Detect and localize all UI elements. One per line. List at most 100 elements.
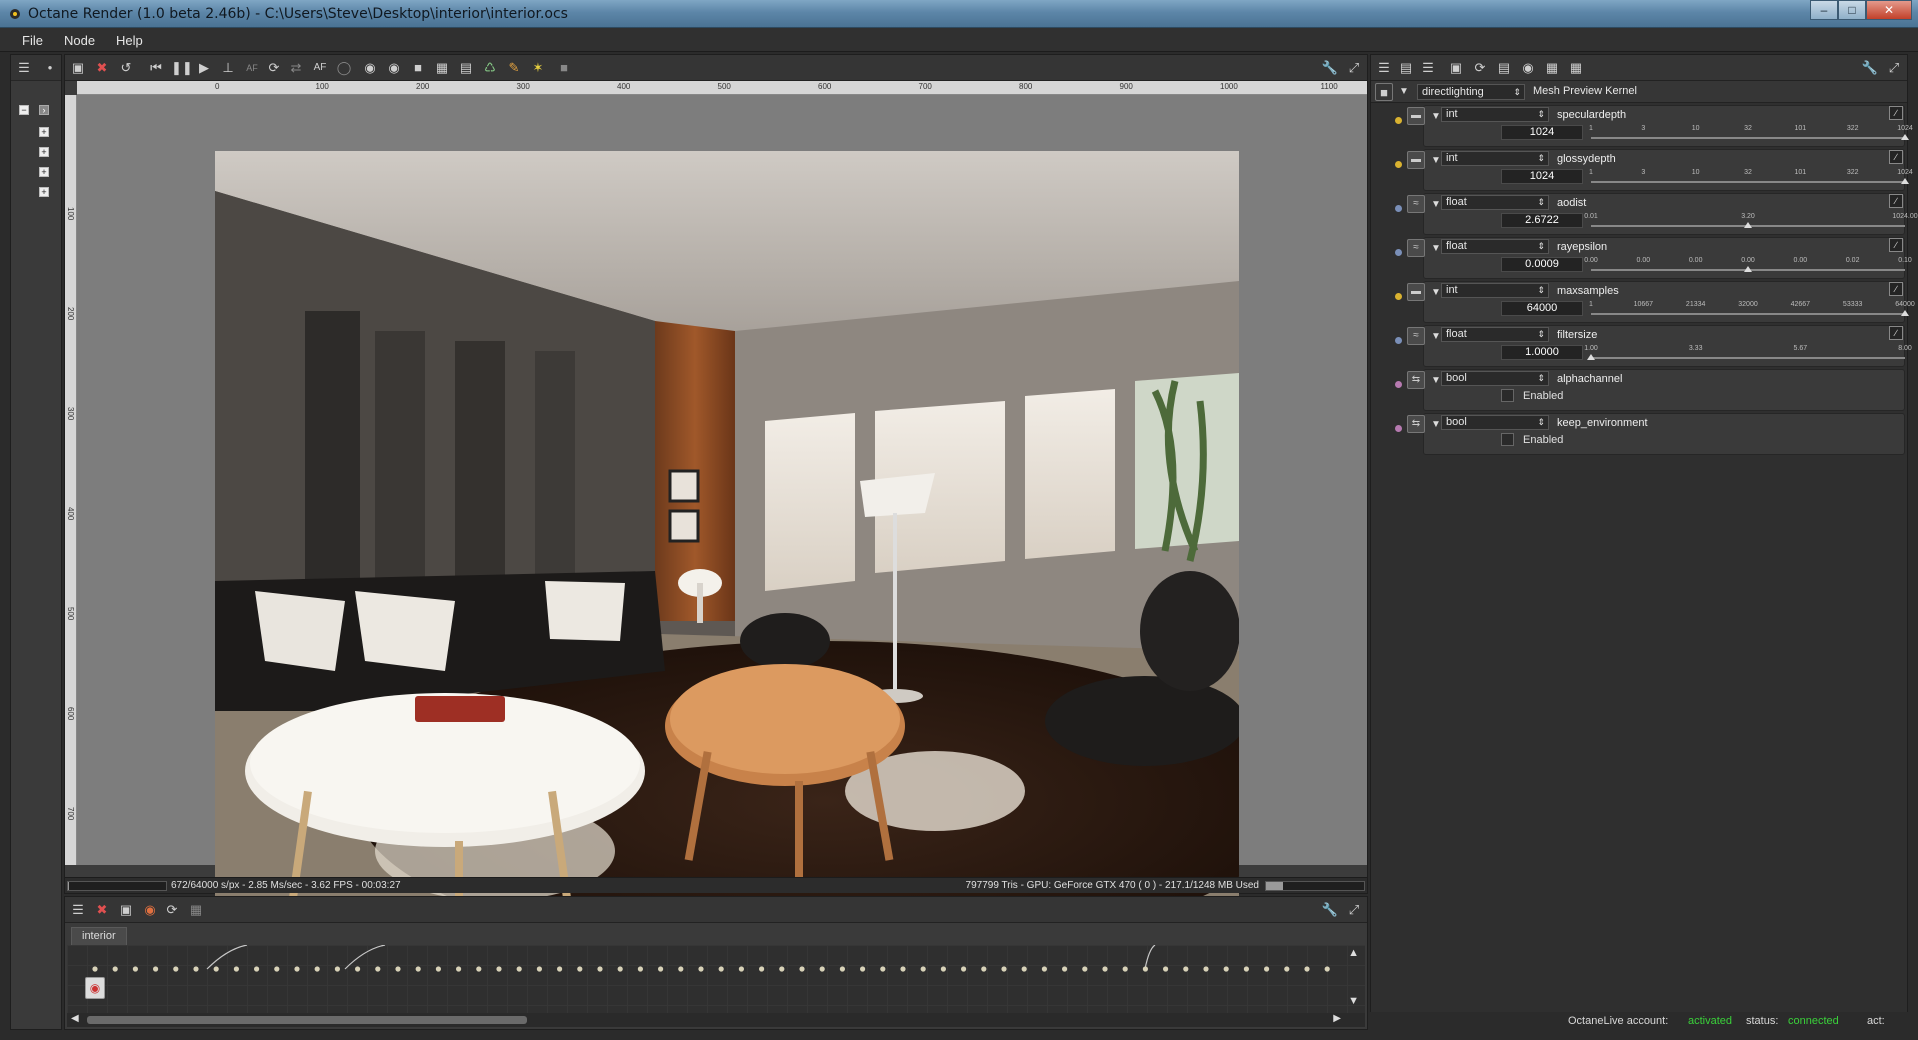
- graph-node-pin[interactable]: [274, 966, 280, 972]
- graph-node-pin[interactable]: [496, 966, 502, 972]
- graph-node-pin[interactable]: [1284, 966, 1290, 972]
- kernel-icon[interactable]: ▦: [1567, 59, 1585, 77]
- graph-node-pin[interactable]: [1324, 966, 1330, 972]
- kernel-type-select[interactable]: directlighting ⇕: [1417, 84, 1525, 100]
- outline-icon[interactable]: ☰: [15, 59, 33, 77]
- menu-node[interactable]: Node: [64, 33, 95, 48]
- pin-connector-dot[interactable]: [1395, 117, 1402, 124]
- pin-icon[interactable]: ●: [41, 59, 59, 77]
- graph-node-pin[interactable]: [940, 966, 947, 972]
- pin-type-icon[interactable]: ⇆: [1407, 371, 1425, 389]
- graph-menu-icon[interactable]: ☰: [69, 901, 87, 919]
- image-icon[interactable]: ▣: [1447, 59, 1465, 77]
- graph-node-pin[interactable]: [738, 966, 745, 972]
- graph-node-pin[interactable]: [799, 966, 805, 972]
- render-target-node-icon[interactable]: ◉: [85, 977, 105, 999]
- enabled-checkbox[interactable]: [1501, 433, 1514, 446]
- pin-value-field[interactable]: 1024: [1501, 125, 1583, 140]
- graph-canvas[interactable]: ◉ ▲ ▼: [67, 944, 1365, 1017]
- graph-node-pin[interactable]: [92, 966, 98, 972]
- menu-help[interactable]: Help: [116, 33, 143, 48]
- slider-knob[interactable]: [1901, 178, 1909, 184]
- graph-node-pin[interactable]: [233, 966, 239, 972]
- texture-icon[interactable]: ◉: [385, 59, 403, 77]
- graph-node-pin[interactable]: [254, 966, 260, 972]
- clear-icon[interactable]: ✖: [93, 59, 111, 77]
- graph-node-pin[interactable]: [1001, 966, 1007, 972]
- slider-knob[interactable]: [1901, 310, 1909, 316]
- slider-track[interactable]: [1591, 313, 1905, 315]
- fullscreen-icon[interactable]: ⤢: [1885, 59, 1903, 77]
- menu-file[interactable]: File: [22, 33, 43, 48]
- slider-mode-icon[interactable]: ∕: [1889, 326, 1903, 340]
- region-icon[interactable]: ■: [409, 59, 427, 77]
- pin-type-icon[interactable]: ▬: [1407, 151, 1425, 169]
- lock-icon[interactable]: ■: [555, 59, 573, 77]
- graph-node-pin[interactable]: [779, 966, 785, 972]
- graph-node-pin[interactable]: [1264, 966, 1270, 972]
- play-icon[interactable]: ▶: [195, 59, 213, 77]
- tree-expand-icon[interactable]: +: [39, 147, 49, 157]
- scroll-right-icon[interactable]: ▶: [1333, 1013, 1341, 1024]
- layout-icon[interactable]: ▦: [187, 901, 205, 919]
- graph-node-pin[interactable]: [698, 966, 704, 972]
- scroll-down-icon[interactable]: ▼: [1348, 995, 1359, 1007]
- kernel-collapse-icon[interactable]: ▼: [1399, 86, 1409, 97]
- graph-node-pin[interactable]: [880, 966, 886, 972]
- enabled-checkbox[interactable]: [1501, 389, 1514, 402]
- pin-value-field[interactable]: 1024: [1501, 169, 1583, 184]
- pin-collapse-icon[interactable]: ▼: [1431, 375, 1441, 386]
- slider-mode-icon[interactable]: ∕: [1889, 150, 1903, 164]
- pin-connector-dot[interactable]: [1395, 249, 1402, 256]
- graph-node-pin[interactable]: [355, 966, 361, 972]
- delete-node-icon[interactable]: ✖: [93, 901, 111, 919]
- graph-node-pin[interactable]: [395, 966, 401, 972]
- graph-node-pin[interactable]: [1304, 966, 1310, 972]
- settings-wrench-icon[interactable]: 🔧: [1861, 59, 1879, 77]
- graph-node-pin[interactable]: [334, 966, 340, 972]
- material-icon[interactable]: ◉: [361, 59, 379, 77]
- slider-track[interactable]: [1591, 181, 1905, 183]
- graph-node-pin[interactable]: [981, 966, 987, 972]
- slider-mode-icon[interactable]: ∕: [1889, 194, 1903, 208]
- slider-knob[interactable]: [1744, 222, 1752, 228]
- graph-node-pin[interactable]: [839, 966, 846, 972]
- graph-node-pin[interactable]: [577, 966, 583, 972]
- pin-type-select[interactable]: float ⇕: [1441, 327, 1549, 342]
- slider-mode-icon[interactable]: ∕: [1889, 238, 1903, 252]
- pin-collapse-icon[interactable]: ▼: [1431, 111, 1441, 122]
- graph-node-pin[interactable]: [637, 966, 644, 972]
- graph-node-pin[interactable]: [1183, 966, 1189, 972]
- graph-node-pin[interactable]: [193, 966, 199, 972]
- settings-wrench-icon[interactable]: 🔧: [1321, 901, 1339, 919]
- pin-type-icon[interactable]: ⇆: [1407, 415, 1425, 433]
- pin-connector-dot[interactable]: [1395, 161, 1402, 168]
- pin-value-field[interactable]: 2.6722: [1501, 213, 1583, 228]
- scroll-up-icon[interactable]: ▲: [1348, 947, 1359, 959]
- pin-slider[interactable]: 1 10667 21334 32000 42667 53333 64000: [1589, 301, 1915, 319]
- pin-type-select[interactable]: int ⇕: [1441, 283, 1549, 298]
- graph-node-pin[interactable]: [314, 966, 320, 972]
- maximize-button[interactable]: □: [1838, 0, 1866, 20]
- graph-node-pin[interactable]: [1021, 966, 1027, 972]
- pin-value-field[interactable]: 0.0009: [1501, 257, 1583, 272]
- pin-collapse-icon[interactable]: ▼: [1431, 155, 1441, 166]
- pin-type-select[interactable]: int ⇕: [1441, 151, 1549, 166]
- link-icon[interactable]: ⇄: [287, 59, 305, 77]
- pin-slider[interactable]: 0.01 3.20 1024.00: [1584, 213, 1918, 231]
- rendered-image[interactable]: [215, 151, 1239, 921]
- pin-type-icon[interactable]: ≈: [1407, 195, 1425, 213]
- af-disabled-icon[interactable]: AF: [243, 59, 261, 77]
- pin-collapse-icon[interactable]: ▼: [1431, 243, 1441, 254]
- fullscreen-icon[interactable]: ⤢: [1345, 901, 1363, 919]
- reset-icon[interactable]: ↺: [117, 59, 135, 77]
- graph-node-pin[interactable]: [597, 966, 603, 972]
- graph-node-pin[interactable]: [900, 966, 906, 972]
- pin-type-select[interactable]: float ⇕: [1441, 239, 1549, 254]
- scene-node-icon[interactable]: ›: [39, 105, 49, 115]
- pin-type-select[interactable]: int ⇕: [1441, 107, 1549, 122]
- pin-type-icon[interactable]: ▬: [1407, 283, 1425, 301]
- slider-knob[interactable]: [1901, 134, 1909, 140]
- rewind-icon[interactable]: ⏮: [147, 59, 165, 77]
- list-icon[interactable]: ☰: [1419, 59, 1437, 77]
